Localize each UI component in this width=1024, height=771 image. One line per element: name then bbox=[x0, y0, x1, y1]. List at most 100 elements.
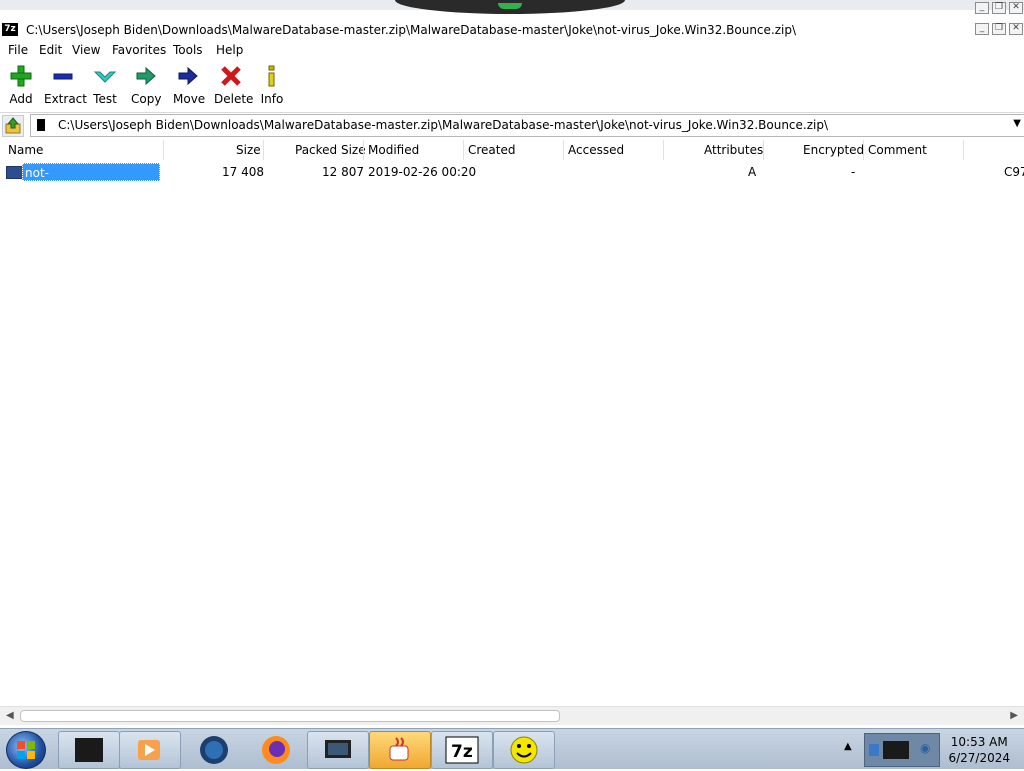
taskbar: 7z ▲ ◉ 10:53 AM 6/27/2024 bbox=[0, 728, 1024, 769]
menu-file[interactable]: File bbox=[8, 43, 28, 57]
column-divider[interactable] bbox=[463, 140, 464, 160]
column-divider[interactable] bbox=[863, 140, 864, 160]
test-button[interactable]: Test bbox=[92, 64, 118, 106]
checkmark-icon bbox=[93, 64, 117, 88]
minimize-button[interactable]: _ bbox=[975, 23, 989, 35]
black-box-icon bbox=[75, 738, 103, 762]
show-hidden-icons-icon[interactable]: ▲ bbox=[844, 741, 852, 752]
system-tray: ▲ ◉ 10:53 AM 6/27/2024 bbox=[838, 729, 1024, 769]
column-divider[interactable] bbox=[663, 140, 664, 160]
close-icon[interactable]: ✕ bbox=[1009, 2, 1023, 14]
scrollbar-thumb[interactable] bbox=[20, 710, 560, 722]
column-comment[interactable]: Comment bbox=[868, 142, 927, 160]
info-icon bbox=[260, 64, 284, 88]
column-accessed[interactable]: Accessed bbox=[568, 142, 624, 160]
add-button[interactable]: Add bbox=[8, 64, 34, 106]
taskbar-app-globe[interactable] bbox=[183, 731, 245, 769]
column-created[interactable]: Created bbox=[468, 142, 516, 160]
horizontal-scrollbar[interactable]: ◀ ▶ bbox=[0, 706, 1024, 725]
column-divider[interactable] bbox=[963, 140, 964, 160]
extract-label: Extract bbox=[44, 92, 87, 106]
address-field[interactable]: C:\Users\Joseph Biden\Downloads\MalwareD… bbox=[30, 114, 1024, 137]
column-header-row: Name Size Packed Size Modified Created A… bbox=[0, 140, 1024, 160]
taskbar-app-monitor[interactable] bbox=[307, 731, 369, 769]
taskbar-app-smiley[interactable] bbox=[493, 731, 555, 769]
file-icon bbox=[6, 166, 23, 179]
restore-button[interactable]: ❐ bbox=[992, 23, 1006, 35]
modified-cell: 2019-02-26 00:20 bbox=[368, 165, 477, 179]
globe-icon bbox=[200, 736, 228, 764]
copy-button[interactable]: Copy bbox=[131, 64, 161, 106]
dropdown-arrow-icon[interactable]: ▼ bbox=[1013, 118, 1021, 129]
restore-icon[interactable]: ❐ bbox=[992, 2, 1006, 14]
firefox-icon bbox=[262, 736, 290, 764]
7zip-app-icon: 7z bbox=[2, 23, 18, 36]
column-attributes[interactable]: Attributes bbox=[704, 142, 763, 160]
close-button[interactable]: ✕ bbox=[1009, 23, 1023, 35]
taskbar-app-media-player[interactable] bbox=[119, 731, 181, 769]
network-icon[interactable]: ◉ bbox=[920, 741, 930, 755]
title-bar: 7z C:\Users\Joseph Biden\Downloads\Malwa… bbox=[0, 20, 1024, 40]
menu-help[interactable]: Help bbox=[216, 43, 243, 57]
up-folder-button[interactable] bbox=[2, 115, 24, 137]
file-name-cell[interactable]: not-virus_Joke.Win32.B... bbox=[22, 163, 160, 198]
outer-window-controls: _ ❐ ✕ bbox=[975, 2, 1023, 14]
top-dock bbox=[395, 0, 625, 14]
window-title: C:\Users\Joseph Biden\Downloads\MalwareD… bbox=[26, 23, 797, 37]
table-row[interactable]: not-virus_Joke.Win32.B... 17 408 12 807 … bbox=[0, 162, 1024, 198]
scroll-right-icon[interactable]: ▶ bbox=[1010, 710, 1018, 721]
extract-button[interactable]: Extract bbox=[44, 64, 87, 106]
attributes-cell: A bbox=[748, 165, 757, 179]
packed-size-cell: 12 807 bbox=[322, 165, 364, 179]
minimize-icon[interactable]: _ bbox=[975, 2, 989, 14]
scroll-left-icon[interactable]: ◀ bbox=[6, 710, 14, 721]
column-divider[interactable] bbox=[263, 140, 264, 160]
test-label: Test bbox=[93, 92, 117, 106]
monitor-icon bbox=[325, 740, 351, 758]
address-path: C:\Users\Joseph Biden\Downloads\MalwareD… bbox=[58, 118, 829, 132]
menu-view[interactable]: View bbox=[72, 43, 100, 57]
top-desktop-strip bbox=[0, 0, 1024, 14]
menu-edit[interactable]: Edit bbox=[39, 43, 62, 57]
menu-tools[interactable]: Tools bbox=[173, 43, 203, 57]
clock[interactable]: 10:53 AM 6/27/2024 bbox=[948, 734, 1010, 766]
move-arrow-icon bbox=[176, 64, 200, 88]
column-packed-size[interactable]: Packed Size bbox=[295, 142, 366, 160]
toolbar: Add Extract Test Copy Move Delete Info bbox=[0, 60, 1024, 113]
clock-date: 6/27/2024 bbox=[948, 751, 1010, 765]
taskbar-app-java[interactable] bbox=[369, 731, 431, 769]
info-label: Info bbox=[260, 92, 284, 106]
add-label: Add bbox=[9, 92, 33, 106]
encrypted-cell: - bbox=[851, 165, 856, 179]
copy-arrow-icon bbox=[134, 64, 158, 88]
taskbar-app-firefox[interactable] bbox=[245, 731, 307, 769]
up-arrow-folder-icon bbox=[5, 117, 21, 134]
column-divider[interactable] bbox=[163, 140, 164, 160]
taskbar-app-7zip[interactable]: 7z bbox=[431, 731, 493, 769]
java-cup-icon bbox=[389, 737, 409, 761]
delete-label: Delete bbox=[214, 92, 254, 106]
column-size[interactable]: Size bbox=[236, 142, 261, 160]
move-label: Move bbox=[173, 92, 206, 106]
menu-favorites[interactable]: Favorites bbox=[112, 43, 166, 57]
column-encrypted[interactable]: Encrypted bbox=[803, 142, 864, 160]
start-button[interactable] bbox=[6, 731, 46, 769]
minus-icon bbox=[51, 64, 75, 88]
window-controls: _ ❐ ✕ bbox=[975, 23, 1023, 35]
windows-logo-icon bbox=[17, 741, 35, 759]
info-button[interactable]: Info bbox=[260, 64, 284, 106]
taskbar-app-terminal[interactable] bbox=[58, 731, 120, 769]
column-name[interactable]: Name bbox=[8, 142, 43, 160]
plus-icon bbox=[9, 64, 33, 88]
zip-archive-icon bbox=[37, 119, 45, 131]
move-button[interactable]: Move bbox=[173, 64, 206, 106]
column-modified[interactable]: Modified bbox=[368, 142, 419, 160]
delete-x-icon bbox=[219, 64, 243, 88]
svg-text:7z: 7z bbox=[451, 742, 473, 762]
size-cell: 17 408 bbox=[222, 165, 264, 179]
media-player-icon bbox=[138, 740, 160, 760]
column-divider[interactable] bbox=[763, 140, 764, 160]
column-divider[interactable] bbox=[563, 140, 564, 160]
column-divider[interactable] bbox=[363, 140, 364, 160]
delete-button[interactable]: Delete bbox=[214, 64, 253, 106]
